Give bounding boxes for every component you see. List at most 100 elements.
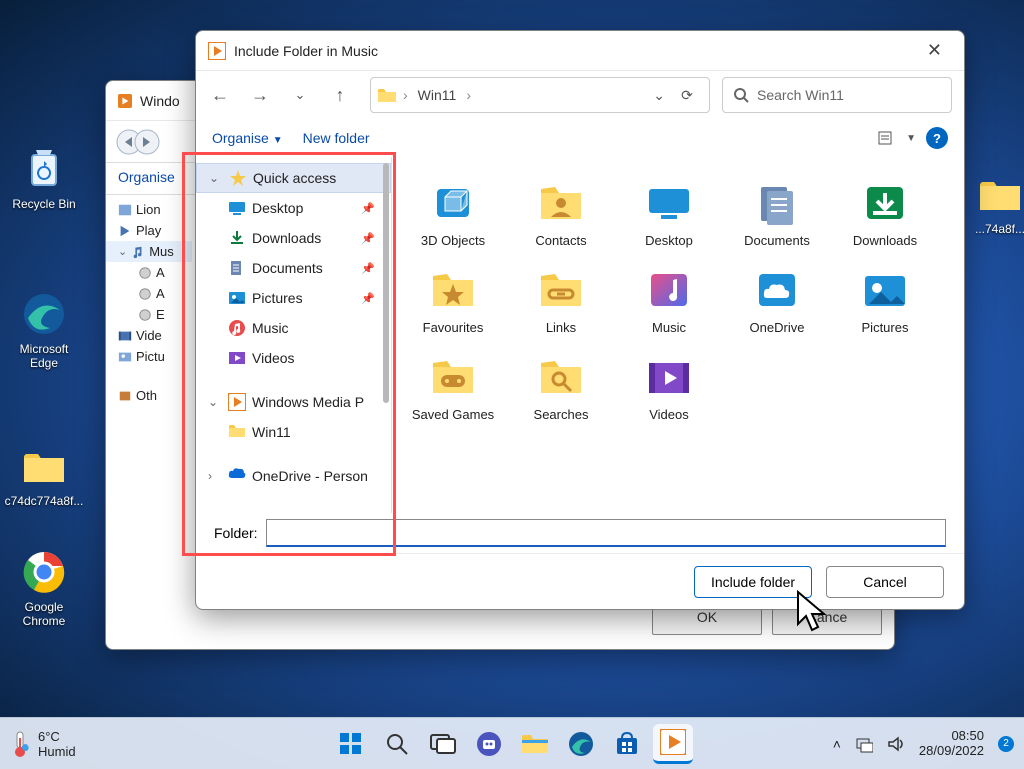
- folder-tile-icon: [751, 266, 803, 314]
- nav-desktop[interactable]: Desktop 📌: [196, 193, 391, 223]
- pin-icon: 📌: [361, 292, 375, 305]
- close-button[interactable]: ✕: [917, 36, 952, 65]
- tree-item[interactable]: A: [156, 265, 165, 280]
- tile-label: Favourites: [406, 320, 500, 335]
- folder-tile-contacts[interactable]: Contacts: [510, 175, 612, 252]
- chevron-down-icon[interactable]: ▼: [906, 133, 916, 144]
- desktop-label: Microsoft Edge: [4, 342, 84, 370]
- folder-tile-desktop[interactable]: Desktop: [618, 175, 720, 252]
- folder-tile-videos[interactable]: Videos: [618, 349, 720, 426]
- task-view[interactable]: [423, 724, 463, 764]
- folder-tile-searches[interactable]: Searches: [510, 349, 612, 426]
- refresh-button[interactable]: ⟳: [671, 87, 703, 104]
- address-bar[interactable]: › Win11 › ⌄ ⟳: [370, 77, 710, 113]
- folder-tile-saved-games[interactable]: Saved Games: [402, 349, 504, 426]
- folder-tile-music[interactable]: Music: [618, 262, 720, 339]
- folder-tile-icon: [643, 353, 695, 401]
- folder-tile-icon: [535, 266, 587, 314]
- nav-onedrive[interactable]: › OneDrive - Person: [196, 461, 391, 491]
- folder-tile-onedrive[interactable]: OneDrive: [726, 262, 828, 339]
- tree-item[interactable]: E: [156, 307, 165, 322]
- taskbar: 6°C Humid ˄ 08:50 28/09/2022 2: [0, 717, 1024, 769]
- folder-icon: [228, 423, 246, 441]
- folder-tile-3d-objects[interactable]: 3D Objects: [402, 175, 504, 252]
- tile-label: Contacts: [514, 233, 608, 248]
- tree-item[interactable]: Lion: [136, 202, 161, 217]
- chevron-down-icon[interactable]: ⌄: [653, 87, 665, 104]
- nav-arrows[interactable]: [116, 129, 160, 155]
- search-taskbar[interactable]: [377, 724, 417, 764]
- pin-icon: 📌: [361, 232, 375, 245]
- help-button[interactable]: ?: [926, 127, 948, 149]
- folder-tile-links[interactable]: Links: [510, 262, 612, 339]
- folder-tile-icon: [427, 353, 479, 401]
- nav-wmp[interactable]: ⌄ Windows Media P: [196, 387, 391, 417]
- search-input[interactable]: Search Win11: [722, 77, 952, 113]
- view-options-button[interactable]: [878, 130, 896, 146]
- videos-icon: [228, 349, 246, 367]
- forward-button[interactable]: →: [242, 77, 278, 113]
- library-icon: [118, 203, 132, 217]
- new-folder-button[interactable]: New folder: [303, 130, 370, 146]
- folder-name-input[interactable]: [266, 519, 946, 547]
- start-button[interactable]: [331, 724, 371, 764]
- tree-item[interactable]: Play: [136, 223, 161, 238]
- history-button[interactable]: ⌄: [282, 77, 318, 113]
- volume-icon[interactable]: [887, 735, 905, 753]
- chat-icon[interactable]: [469, 724, 509, 764]
- desktop-icon-recycle[interactable]: Recycle Bin: [4, 145, 84, 211]
- nav-music[interactable]: Music: [196, 313, 391, 343]
- navigation-pane: ⌄ Quick access Desktop 📌 Downloads 📌 Doc…: [196, 157, 392, 513]
- tree-item[interactable]: Mus: [149, 244, 174, 259]
- wmp-taskbar[interactable]: [653, 724, 693, 764]
- thermometer-icon: [10, 730, 30, 758]
- nav-pictures[interactable]: Pictures 📌: [196, 283, 391, 313]
- notification-badge[interactable]: 2: [998, 736, 1014, 752]
- pictures-icon: [228, 289, 246, 307]
- tree-item[interactable]: A: [156, 286, 165, 301]
- videos-icon: [118, 329, 132, 343]
- folder-tile-downloads[interactable]: Downloads: [834, 175, 936, 252]
- desktop-icon-edge[interactable]: Microsoft Edge: [4, 290, 84, 370]
- organise-menu[interactable]: Organise ▼: [212, 130, 283, 146]
- nav-downloads[interactable]: Downloads 📌: [196, 223, 391, 253]
- nav-label: Quick access: [253, 170, 336, 186]
- desktop-icon-folder-right[interactable]: ...74a8f...: [960, 170, 1024, 236]
- chevron-down-icon: ⌄: [208, 395, 222, 409]
- network-icon[interactable]: [855, 735, 873, 753]
- store-icon[interactable]: [607, 724, 647, 764]
- nav-label: Pictures: [252, 290, 303, 306]
- nav-documents[interactable]: Documents 📌: [196, 253, 391, 283]
- cancel-button[interactable]: Cancel: [826, 566, 944, 598]
- tray-chevron-icon[interactable]: ˄: [833, 736, 841, 752]
- desktop-icon-chrome[interactable]: Google Chrome: [4, 548, 84, 628]
- weather-widget[interactable]: 6°C Humid: [10, 729, 76, 759]
- folder-tile-favourites[interactable]: Favourites: [402, 262, 504, 339]
- back-button[interactable]: ←: [202, 77, 238, 113]
- folder-tile-documents[interactable]: Documents: [726, 175, 828, 252]
- breadcrumb[interactable]: Win11: [414, 85, 461, 105]
- nav-win11[interactable]: Win11: [196, 417, 391, 447]
- dialog-title: Include Folder in Music: [234, 43, 909, 59]
- folder-tile-pictures[interactable]: Pictures: [834, 262, 936, 339]
- nav-label: Documents: [252, 260, 323, 276]
- scrollbar-thumb[interactable]: [383, 163, 389, 403]
- tree-item[interactable]: Pictu: [136, 349, 165, 364]
- folder-icon: [20, 442, 68, 490]
- nav-label: Videos: [252, 350, 295, 366]
- desktop-icon-folder[interactable]: c74dc774a8f...: [4, 442, 84, 508]
- music-icon: [228, 319, 246, 337]
- tree-item[interactable]: Vide: [136, 328, 162, 343]
- music-icon: [131, 245, 145, 259]
- explorer-icon[interactable]: [515, 724, 555, 764]
- tree-item[interactable]: Oth: [136, 388, 157, 403]
- edge-taskbar[interactable]: [561, 724, 601, 764]
- nav-videos[interactable]: Videos: [196, 343, 391, 373]
- clock[interactable]: 08:50 28/09/2022: [919, 729, 984, 759]
- nav-quick-access[interactable]: ⌄ Quick access: [196, 163, 391, 193]
- folder-tile-icon: [643, 179, 695, 227]
- folder-tile-icon: [535, 353, 587, 401]
- nav-label: Desktop: [252, 200, 303, 216]
- up-button[interactable]: ↑: [322, 77, 358, 113]
- edge-icon: [20, 290, 68, 338]
